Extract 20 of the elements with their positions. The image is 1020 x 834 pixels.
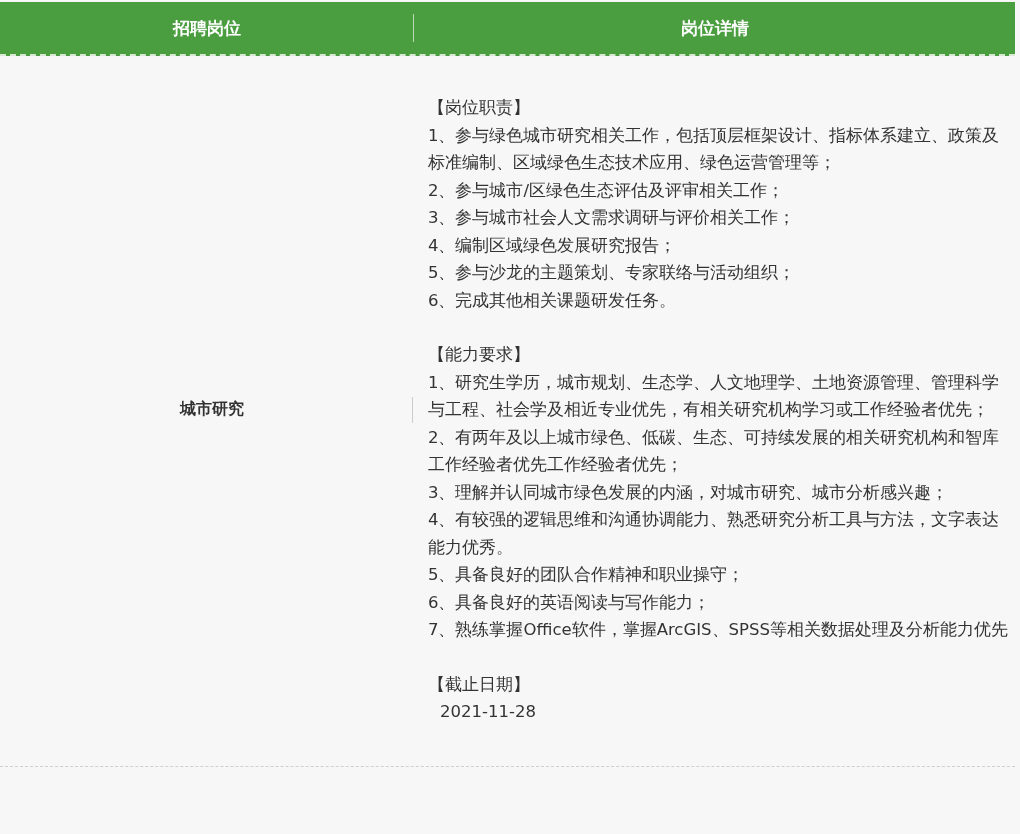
section-heading: 【截止日期】 bbox=[428, 673, 531, 696]
detail-text: 1、参与绿色城市研究相关工作，包括顶层框架设计、指标体系建立、政策及标准编制、区域绿色生态技术应用、绿色运营管理等； bbox=[428, 124, 1001, 174]
detail-text: 2021-11-28 bbox=[439, 701, 537, 723]
column-header: 招聘岗位 bbox=[171, 16, 242, 40]
detail-text: 2、有两年及以上城市绿色、低碳、生态、可持续发展的相关研究机构和智库工作经验者优先工作经验者优先； bbox=[428, 426, 1001, 476]
column-header: 岗位详情 bbox=[413, 14, 1015, 42]
detail-text: 5、具备良好的团队合作精神和职业操守； bbox=[428, 564, 746, 586]
section-heading: 【能力要求】 bbox=[428, 344, 531, 366]
detail-text: 3、参与城市社会人文需求调研与评价相关工作； bbox=[428, 207, 797, 229]
detail-text: 2、参与城市/区绿色生态评估及评审相关工作； bbox=[428, 179, 786, 202]
detail-text: 7、熟练掌握Office软件，掌握ArcGIS、SPSS等相关数据处理及分析能力优先 bbox=[428, 619, 1009, 641]
detail-text: 4、编制区域绿色发展研究报告； bbox=[428, 234, 678, 257]
position-name: 城市研究 bbox=[178, 399, 244, 421]
detail-text: 6、完成其他相关课题研发任务。 bbox=[428, 289, 678, 312]
detail-text: 6、具备良好的英语阅读与写作能力； bbox=[428, 591, 712, 614]
detail-text: 1、研究生学历，城市规划、生态学、人文地理学、土地资源管理、管理科学与工程、社会学及相近专业优先，有相关研究机构学习或工作经验者优先； bbox=[428, 371, 1001, 421]
detail-text: 5、参与沙龙的主题策划、专家联络与活动组织； bbox=[428, 262, 797, 284]
detail-text: 4、有较强的逻辑思维和沟通协调能力、熟悉研究分析工具与方法，文字表达能力优秀。 bbox=[428, 509, 1001, 559]
detail-text: 3、理解并认同城市绿色发展的内涵，对城市研究、城市分析感兴趣； bbox=[428, 481, 950, 504]
section-heading: 【岗位职责】 bbox=[428, 97, 531, 119]
